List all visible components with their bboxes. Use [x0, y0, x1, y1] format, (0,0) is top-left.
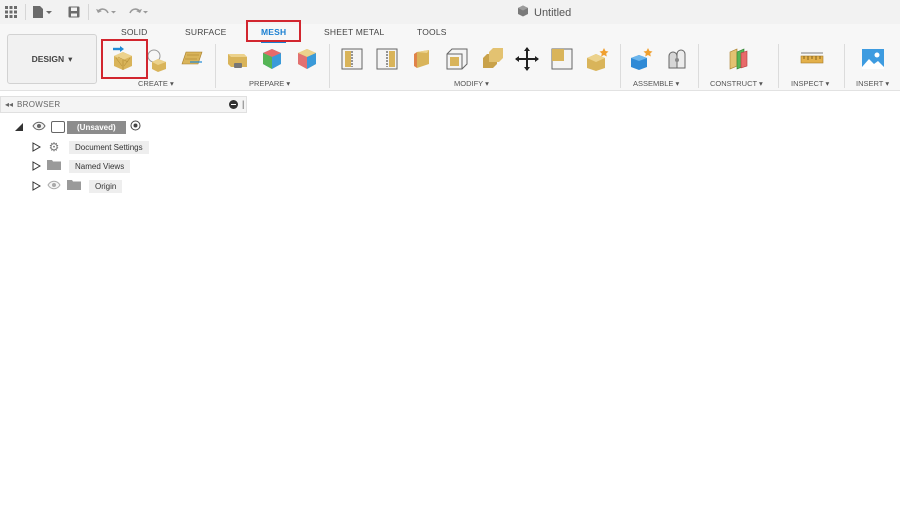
- mesh-repair-icon: [228, 54, 247, 68]
- divider: [778, 44, 779, 88]
- modify-tool-4[interactable]: [444, 46, 470, 72]
- visibility-eye-icon[interactable]: [47, 177, 61, 195]
- prepare-tool-3[interactable]: [294, 46, 320, 72]
- insert-group-label[interactable]: INSERT ▾: [856, 79, 889, 88]
- mesh-separate-icon: [376, 48, 398, 70]
- tree-item-document-settings[interactable]: ⚙ Document Settings: [31, 139, 149, 155]
- viewport-canvas[interactable]: [248, 92, 900, 507]
- expand-triangle-icon[interactable]: [14, 122, 24, 132]
- prepare-group-label[interactable]: PREPARE ▾: [249, 79, 290, 88]
- joint-icon: [668, 49, 686, 69]
- modify-tool-6[interactable]: [514, 46, 540, 72]
- document-icon: [51, 121, 65, 133]
- document-title: Untitled: [517, 5, 571, 20]
- new-component-button[interactable]: [628, 46, 654, 72]
- construct-group-label[interactable]: CONSTRUCT ▾: [710, 79, 763, 88]
- assemble-group-label[interactable]: ASSEMBLE ▾: [633, 79, 679, 88]
- divider: [620, 44, 621, 88]
- prepare-tool-2[interactable]: [259, 46, 285, 72]
- mesh-tab-highlight: [246, 20, 301, 42]
- divider: [698, 44, 699, 88]
- combine-icon: [483, 48, 503, 68]
- undo-icon[interactable]: [94, 3, 118, 21]
- browser-options-icon[interactable]: [229, 100, 238, 109]
- modify-tool-3[interactable]: [409, 46, 435, 72]
- gear-icon: ⚙: [48, 140, 60, 154]
- plane-cut-icon: [341, 48, 363, 70]
- file-menu-icon[interactable]: [31, 3, 53, 21]
- image-icon: [862, 49, 884, 69]
- divider: [215, 44, 216, 88]
- mesh-plane-icon: [181, 51, 203, 65]
- divider: [25, 4, 26, 20]
- modify-tool-7[interactable]: [549, 46, 575, 72]
- move-icon: [515, 47, 539, 71]
- tab-sheet-metal[interactable]: SHEET METAL: [324, 27, 384, 42]
- create-face-group-button[interactable]: [180, 46, 206, 72]
- activate-radio-icon[interactable]: [130, 118, 141, 136]
- divider: [844, 44, 845, 88]
- tab-tools[interactable]: TOOLS: [417, 27, 447, 42]
- visibility-eye-icon[interactable]: [32, 118, 46, 136]
- prepare-tool-1[interactable]: [224, 46, 250, 72]
- measure-ruler-icon: [800, 52, 824, 64]
- shell-icon: [446, 48, 468, 70]
- folder-icon: [47, 157, 61, 175]
- divider: [88, 4, 89, 20]
- title-bar: Untitled: [0, 0, 900, 24]
- tab-surface[interactable]: SURFACE: [185, 27, 227, 42]
- create-group-label[interactable]: CREATE ▾: [138, 79, 174, 88]
- offset-plane-button[interactable]: [725, 46, 751, 72]
- modify-tool-8[interactable]: [584, 46, 610, 72]
- insert-mesh-highlight: [101, 39, 148, 79]
- scale-icon: [551, 48, 573, 70]
- workspace-switcher-button[interactable]: DESIGN ▾: [7, 34, 97, 84]
- tree-root-row[interactable]: (Unsaved): [14, 119, 141, 135]
- inspect-group-label[interactable]: INSPECT ▾: [791, 79, 829, 88]
- divider: [329, 44, 330, 88]
- root-document-label[interactable]: (Unsaved): [67, 120, 126, 134]
- insert-canvas-button[interactable]: [860, 46, 886, 72]
- browser-title: BROWSER: [17, 100, 61, 109]
- save-icon[interactable]: [66, 3, 82, 21]
- expand-triangle-icon[interactable]: [31, 142, 41, 152]
- tree-item-label: Document Settings: [69, 140, 149, 154]
- mesh-remesh-icon: [263, 49, 281, 69]
- tree-item-origin[interactable]: Origin: [31, 177, 123, 195]
- redo-icon[interactable]: [126, 3, 150, 21]
- new-component-icon: [631, 48, 653, 70]
- mesh-smooth-icon: [587, 48, 609, 71]
- modify-tool-1[interactable]: [339, 46, 365, 72]
- collapse-left-icon[interactable]: ◂◂: [5, 100, 13, 109]
- app-grid-icon[interactable]: [3, 3, 19, 21]
- panel-resize-handle[interactable]: |: [242, 99, 244, 109]
- modify-group-label[interactable]: MODIFY ▾: [454, 79, 489, 88]
- ribbon-toolbar: DESIGN ▾ SOLID SURFACE MESH SHEET METAL …: [0, 20, 900, 91]
- component-cube-icon: [517, 5, 529, 20]
- document-title-text: Untitled: [534, 6, 572, 19]
- tree-item-label: Origin: [89, 179, 123, 193]
- tree-item-named-views[interactable]: Named Views: [31, 157, 131, 175]
- offset-plane-icon: [729, 48, 748, 70]
- modify-tool-5[interactable]: [479, 46, 505, 72]
- measure-button[interactable]: [799, 46, 825, 72]
- expand-triangle-icon[interactable]: [31, 181, 41, 191]
- joint-button[interactable]: [664, 46, 690, 72]
- tree-item-label: Named Views: [69, 159, 131, 173]
- chevron-down-icon: ▾: [68, 53, 73, 64]
- reverse-normal-icon: [414, 50, 429, 68]
- folder-icon: [67, 177, 81, 195]
- expand-triangle-icon[interactable]: [31, 161, 41, 171]
- mesh-reduce-icon: [298, 49, 316, 69]
- modify-tool-2[interactable]: [374, 46, 400, 72]
- browser-panel-header: ◂◂ BROWSER |: [0, 96, 247, 113]
- workspace-label: DESIGN: [31, 54, 65, 64]
